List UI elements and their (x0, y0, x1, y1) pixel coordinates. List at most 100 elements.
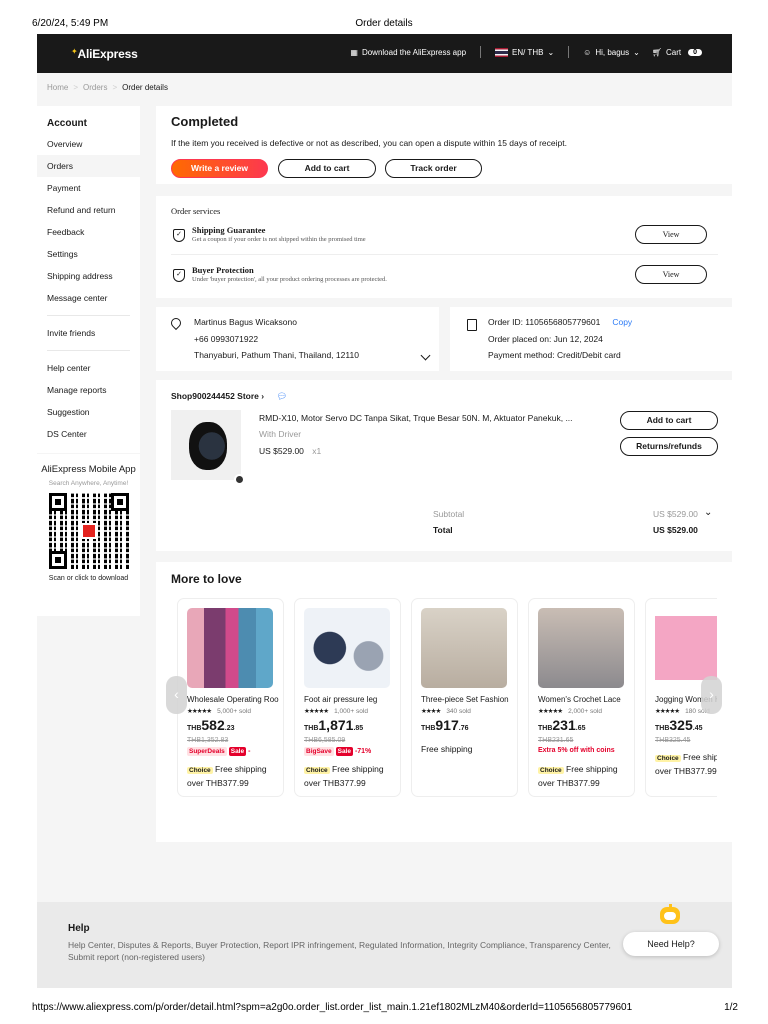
price-dec: .23 (224, 725, 235, 732)
breadcrumb-orders[interactable]: Orders (83, 83, 107, 92)
view-buyer-protection-button[interactable]: View (635, 265, 707, 284)
print-page-number: 1/2 (724, 1002, 738, 1013)
sidebar-item-shipping-address[interactable]: Shipping address (37, 265, 140, 287)
aliexpress-logo[interactable]: ✦AliExpress (71, 47, 138, 61)
original-price: THB231.65 (538, 737, 574, 744)
app-promo-title: AliExpress Mobile App (41, 464, 136, 475)
sidebar-item-invite-friends[interactable]: Invite friends (37, 322, 140, 344)
cart-link[interactable]: 🛒︎ Cart 0 (652, 48, 702, 57)
shipping-guarantee-row: ✓ Shipping Guarantee Get a coupon if you… (171, 225, 721, 253)
help-links[interactable]: Help Center, Disputes & Reports, Buyer P… (68, 940, 628, 950)
original-price: THB1,352.83 (187, 737, 229, 744)
sidebar-item-suggestion[interactable]: Suggestion (37, 401, 140, 423)
sidebar-title: Account (47, 118, 87, 129)
sidebar-item-message-center[interactable]: Message center (37, 287, 140, 309)
more-to-love-section: More to love Wholesale Operating Room ★★… (156, 562, 732, 842)
payment-method: Payment method: Credit/Debit card (488, 350, 621, 360)
sidebar-item-orders[interactable]: Orders (37, 155, 140, 177)
total-value: US $529.00 (653, 525, 698, 535)
sidebar-item-refund[interactable]: Refund and return (37, 199, 140, 221)
price-int: 582 (201, 717, 225, 733)
carousel-next-button[interactable]: › (701, 676, 722, 714)
sidebar-item-ds-center[interactable]: DS Center (37, 423, 140, 445)
total-label: Total (433, 525, 453, 535)
discount-tag: - (248, 748, 251, 755)
choice-badge: Choice (538, 767, 564, 774)
sidebar-item-settings[interactable]: Settings (37, 243, 140, 265)
chat-icon[interactable]: 💬︎ (276, 391, 287, 401)
account-menu[interactable]: ☺ Hi, bagus ⌄ (583, 48, 640, 57)
original-price: THB6,585.09 (304, 737, 346, 744)
track-order-button[interactable]: Track order (385, 159, 482, 178)
sale-tag: Sale (335, 747, 353, 756)
need-help-button[interactable]: Need Help? (623, 932, 719, 956)
price-int: 917 (435, 717, 459, 733)
product-card[interactable]: Wholesale Operating Room ★★★★★ 5,000+ sol… (177, 598, 284, 797)
page: ✦AliExpress ▦ Download the AliExpress ap… (37, 34, 732, 988)
product-card[interactable]: Women's Crochet Lace ★★★★★ 2,000+ sold TH… (528, 598, 635, 797)
order-id: Order ID: 1105656805779601 (488, 317, 601, 327)
subtotal-label: Subtotal (433, 509, 465, 519)
cart-count-badge: 0 (688, 48, 702, 56)
returns-refunds-button[interactable]: Returns/refunds (620, 437, 718, 456)
write-review-button[interactable]: Write a review (171, 159, 268, 178)
currency: THB (538, 725, 553, 732)
product-name: Wholesale Operating Room (187, 695, 279, 704)
product-card[interactable]: Three-piece Set Fashion ★★★★ 340 sold THB… (411, 598, 518, 797)
user-icon: ☺ (583, 47, 592, 57)
price-int: 325 (669, 717, 693, 733)
product-name: Foot air pressure leg (304, 695, 378, 704)
cart-icon: 🛒︎ (651, 47, 662, 57)
store-link[interactable]: Shop900244452 Store › 💬︎ (171, 391, 287, 402)
order-status-title: Completed (171, 114, 239, 129)
app-download-text[interactable]: Scan or click to download (37, 575, 140, 582)
breadcrumb: Home > Orders > Order details (47, 83, 168, 92)
camera-icon[interactable] (234, 474, 245, 485)
recipient-location: Thanyaburi, Pathum Thani, Thailand, 1211… (194, 350, 359, 360)
sidebar-item-help-center[interactable]: Help center (37, 357, 140, 379)
thailand-flag-icon (495, 47, 509, 57)
item-add-to-cart-button[interactable]: Add to cart (620, 411, 718, 430)
language-currency-selector[interactable]: EN/ THB ⌄ (495, 47, 554, 57)
qr-brand-icon (80, 523, 97, 539)
sidebar-item-feedback[interactable]: Feedback (37, 221, 140, 243)
currency: THB (187, 725, 202, 732)
view-shipping-guarantee-button[interactable]: View (635, 225, 707, 244)
sold-count: 340 sold (446, 708, 471, 715)
carousel-prev-button[interactable]: ‹ (166, 676, 187, 714)
subtotal-value: US $529.00 (653, 509, 698, 519)
discount-tag: -71% (354, 748, 372, 755)
rating-stars: ★★★★ (421, 708, 441, 715)
shipping-text: Free shipping (421, 744, 473, 754)
recipient-name: Martinus Bagus Wicaksono (194, 317, 297, 327)
product-thumbnail[interactable] (171, 410, 245, 485)
service-title: Shipping Guarantee (192, 225, 266, 235)
assistant-robot-icon[interactable] (657, 904, 683, 932)
submit-report-link[interactable]: Submit report (non-registered users) (68, 952, 205, 962)
product-card[interactable]: Foot air pressure leg ★★★★★ 1,000+ sold T… (294, 598, 401, 797)
currency: THB (421, 725, 436, 732)
sidebar-item-overview[interactable]: Overview (37, 133, 140, 155)
product-name: Three-piece Set Fashion (421, 695, 509, 704)
order-services-card: Order services ✓ Shipping Guarantee Get … (156, 196, 732, 298)
copy-order-id-button[interactable]: Copy (612, 317, 632, 327)
product-name: Women's Crochet Lace (538, 695, 621, 704)
sidebar-item-payment[interactable]: Payment (37, 177, 140, 199)
rating-stars: ★★★★★ (187, 708, 212, 715)
sidebar-item-manage-reports[interactable]: Manage reports (37, 379, 140, 401)
original-price: THB325.45 (655, 737, 691, 744)
price-dec: .85 (353, 725, 364, 732)
product-title[interactable]: RMD-X10, Motor Servo DC Tanpa Sikat, Trq… (259, 413, 604, 423)
breadcrumb-home[interactable]: Home (47, 83, 68, 92)
print-url: https://www.aliexpress.com/p/order/detai… (32, 1002, 633, 1013)
account-sidebar: Account Overview Orders Payment Refund a… (37, 106, 140, 453)
add-to-cart-button[interactable]: Add to cart (278, 159, 376, 178)
choice-badge: Choice (187, 767, 213, 774)
download-app-link[interactable]: ▦ Download the AliExpress app (350, 48, 466, 57)
currency: THB (304, 725, 319, 732)
order-info-card: Order ID: 1105656805779601 Copy Order pla… (450, 307, 732, 371)
chevron-down-icon[interactable] (420, 350, 431, 361)
chevron-down-icon[interactable]: ⌄ (704, 507, 712, 518)
app-qr-code[interactable] (48, 493, 129, 569)
choice-badge: Choice (304, 767, 330, 774)
